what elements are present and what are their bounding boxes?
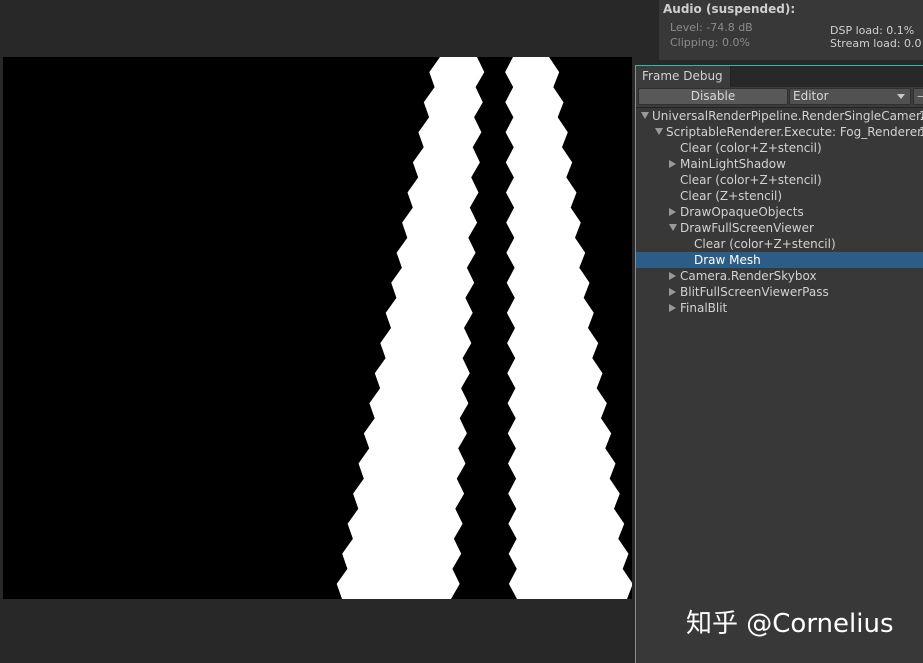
- audio-level: Level: -74.8 dB: [670, 21, 753, 34]
- tree-row-label: Camera.RenderSkybox: [680, 269, 817, 283]
- tree-row[interactable]: DrawFullScreenViewer: [636, 220, 923, 236]
- audio-dsp-load: DSP load: 0.1%: [830, 24, 915, 37]
- tab-strip: Frame Debug: [636, 66, 923, 87]
- audio-clipping: Clipping: 0.0%: [670, 36, 750, 49]
- target-dropdown[interactable]: Editor: [789, 88, 911, 105]
- collapsed-arrow-icon[interactable]: [669, 272, 676, 280]
- audio-stats-panel: Audio (suspended): Level: -74.8 dB Clipp…: [659, 0, 923, 60]
- white-stripe-right: [505, 57, 632, 599]
- tree-row[interactable]: BlitFullScreenViewerPass: [636, 284, 923, 300]
- collapsed-arrow-icon[interactable]: [669, 208, 676, 216]
- game-viewport[interactable]: [3, 57, 632, 599]
- watermark: 知乎 @Cornelius: [686, 609, 894, 639]
- tree-row-label: ScriptableRenderer.Execute: Fog_Renderer: [666, 125, 923, 139]
- expanded-arrow-icon[interactable]: [669, 224, 677, 231]
- collapsed-arrow-icon[interactable]: [669, 288, 676, 296]
- viewport-render: [336, 57, 632, 599]
- tree-row-label: Clear (color+Z+stencil): [694, 237, 836, 251]
- collapsed-arrow-icon[interactable]: [669, 160, 676, 168]
- tree-row-label: UniversalRenderPipeline.RenderSingleCame…: [652, 109, 923, 123]
- tree-row-label: Draw Mesh: [694, 253, 761, 267]
- tree-row[interactable]: FinalBlit: [636, 300, 923, 316]
- tree-row[interactable]: MainLightShadow: [636, 156, 923, 172]
- tree-row-label: DrawFullScreenViewer: [680, 221, 814, 235]
- target-dropdown-value: Editor: [793, 89, 829, 103]
- tree-row[interactable]: DrawOpaqueObjects: [636, 204, 923, 220]
- tree-row[interactable]: Camera.RenderSkybox: [636, 268, 923, 284]
- tree-row-label: Clear (color+Z+stencil): [680, 173, 822, 187]
- tree-row[interactable]: Clear (color+Z+stencil): [636, 140, 923, 156]
- disable-button[interactable]: Disable: [638, 88, 788, 105]
- tree-row-count: 1: [919, 109, 923, 123]
- tree-row-label: MainLightShadow: [680, 157, 786, 171]
- tree-row-label: FinalBlit: [680, 301, 728, 315]
- frame-debug-window: Frame Debug Disable Editor — UniversalRe…: [635, 65, 923, 663]
- tree-row-label: Clear (Z+stencil): [680, 189, 783, 203]
- tree-row[interactable]: Draw Mesh: [636, 252, 923, 268]
- white-stripe-left: [336, 57, 485, 599]
- frame-debug-toolbar: Disable Editor —: [636, 87, 923, 108]
- tree-row-label: DrawOpaqueObjects: [680, 205, 804, 219]
- tree-row[interactable]: Clear (Z+stencil): [636, 188, 923, 204]
- minus-button[interactable]: —: [913, 88, 923, 105]
- collapsed-arrow-icon[interactable]: [669, 304, 676, 312]
- tree-row-label: Clear (color+Z+stencil): [680, 141, 822, 155]
- tree-row[interactable]: Clear (color+Z+stencil): [636, 236, 923, 252]
- expanded-arrow-icon[interactable]: [641, 112, 649, 119]
- tab-frame-debug[interactable]: Frame Debug: [636, 66, 731, 87]
- frame-event-tree: UniversalRenderPipeline.RenderSingleCame…: [636, 107, 923, 663]
- audio-stream-load: Stream load: 0.0: [830, 37, 922, 50]
- bottom-bar: [0, 599, 636, 663]
- tree-row-label: BlitFullScreenViewerPass: [680, 285, 829, 299]
- expanded-arrow-icon[interactable]: [655, 128, 663, 135]
- tree-row-count: 1: [919, 125, 923, 139]
- scene-toolbar-area: [0, 0, 660, 57]
- tree-row[interactable]: ScriptableRenderer.Execute: Fog_Renderer…: [636, 124, 923, 140]
- audio-title: Audio (suspended):: [663, 2, 796, 16]
- tree-row[interactable]: Clear (color+Z+stencil): [636, 172, 923, 188]
- chevron-down-icon: [897, 94, 905, 99]
- tree-row[interactable]: UniversalRenderPipeline.RenderSingleCame…: [636, 108, 923, 124]
